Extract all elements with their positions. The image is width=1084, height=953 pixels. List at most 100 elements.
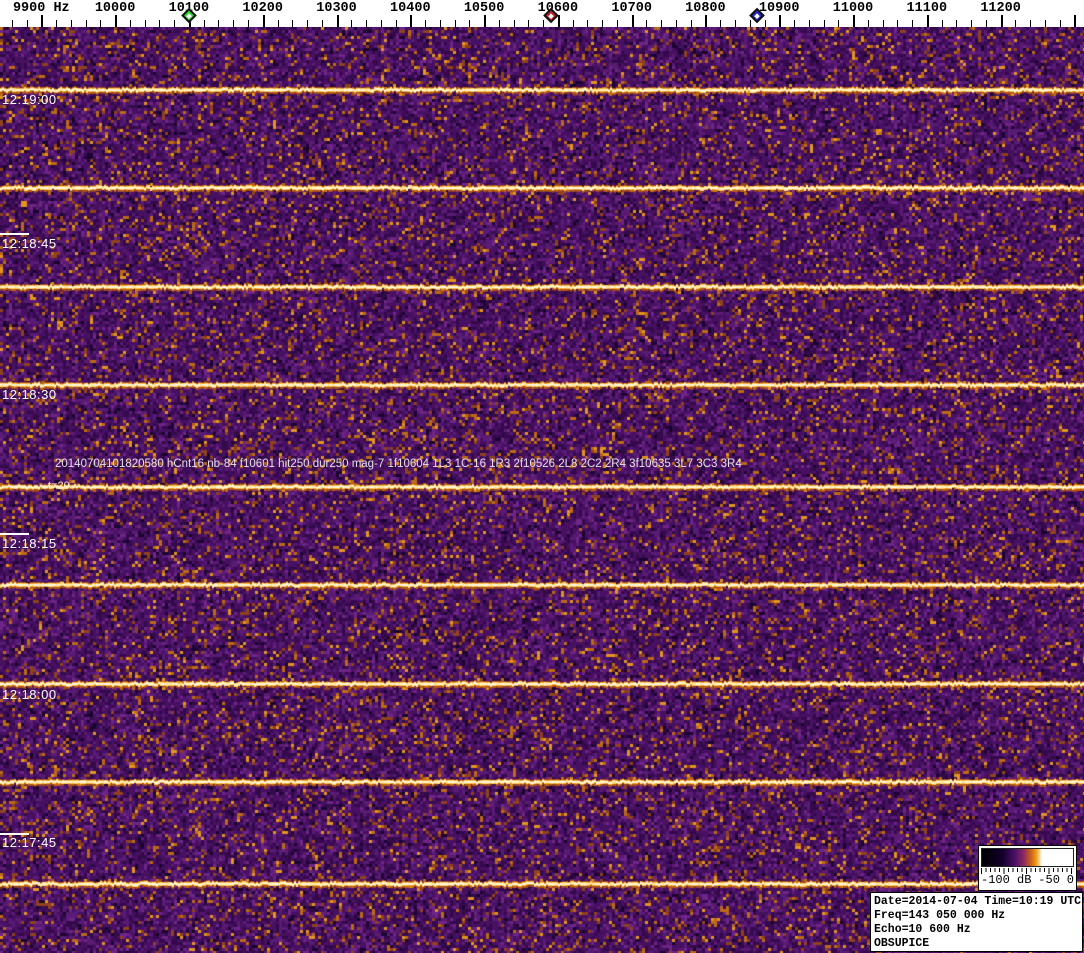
ruler-minor-tick	[1044, 20, 1046, 27]
ruler-major-tick	[926, 15, 929, 27]
marker-blue-center-dot	[754, 12, 760, 19]
marker-red-center-dot	[547, 12, 554, 19]
freq-label: 10700	[611, 1, 652, 16]
ruler-minor-tick	[425, 20, 426, 27]
ruler-minor-tick	[1030, 20, 1032, 27]
ruler-minor-tick	[971, 20, 973, 27]
ruler-minor-tick	[85, 20, 87, 27]
event-time-tag: t=20	[48, 480, 70, 492]
ruler-minor-tick	[203, 20, 205, 27]
ruler-minor-tick	[366, 20, 367, 27]
ruler-minor-tick	[100, 20, 102, 27]
ruler-major-tick	[1074, 15, 1077, 27]
time-axis-tick	[0, 833, 29, 835]
ruler-minor-tick	[543, 20, 545, 27]
time-axis-label: 12:18:45	[2, 236, 57, 251]
freq-label: 10200	[242, 1, 283, 16]
observation-info-box: Date=2014-07-04 Time=10:19 UTC Freq=143 0…	[870, 892, 1083, 952]
freq-label: 10900	[758, 1, 800, 16]
ruler-major-tick	[779, 15, 782, 27]
ruler-minor-tick	[469, 20, 471, 27]
marker-green-center-dot	[186, 12, 192, 19]
colorbar-label-mid: -50	[1038, 873, 1060, 887]
ruler-minor-tick	[956, 20, 958, 27]
ruler-minor-tick	[735, 20, 736, 27]
ruler-minor-tick	[351, 20, 353, 27]
ruler-minor-tick	[587, 20, 589, 27]
ruler-minor-tick	[380, 20, 382, 27]
ruler-major-tick	[705, 15, 708, 27]
ruler-minor-tick	[1059, 20, 1061, 27]
ruler-minor-tick	[941, 20, 943, 27]
ruler-major-tick	[262, 15, 265, 27]
ruler-minor-tick	[1015, 20, 1017, 27]
time-axis-label: 12:18:30	[2, 387, 57, 402]
ruler-minor-tick	[292, 20, 294, 27]
ruler-major-tick	[631, 15, 634, 27]
ruler-major-tick	[115, 15, 118, 27]
meteor-event-annotation: 20140704101820580 hCnt16 nb-84 f10601 hi…	[55, 458, 742, 470]
time-axis-label: 12:17:45	[2, 835, 57, 850]
ruler-minor-tick	[129, 20, 131, 27]
freq-label: 10400	[390, 1, 431, 16]
frequency-ruler: 9900 Hz100001010010200103001040010500106…	[0, 0, 1084, 27]
colorbar-gradient	[981, 848, 1074, 867]
info-line: Echo=10 600 Hz	[874, 923, 971, 936]
ruler-minor-tick	[720, 20, 722, 27]
ruler-minor-tick	[218, 20, 220, 27]
ruler-minor-tick	[439, 20, 441, 27]
ruler-minor-tick	[174, 20, 176, 27]
time-axis-tick	[0, 533, 29, 535]
ruler-major-tick	[484, 15, 487, 27]
time-axis-tick	[0, 233, 29, 235]
ruler-major-tick	[336, 15, 339, 27]
freq-label: 11000	[832, 1, 874, 16]
ruler-major-tick	[853, 15, 855, 27]
ruler-major-tick	[41, 15, 44, 27]
freq-label: 10800	[685, 1, 726, 16]
ruler-major-tick	[1000, 15, 1003, 27]
ruler-minor-tick	[823, 20, 825, 27]
ruler-minor-tick	[985, 20, 987, 27]
intensity-colorbar: -100 dB -50 0	[978, 845, 1077, 891]
ruler-minor-tick	[794, 20, 795, 27]
ruler-minor-tick	[897, 20, 899, 27]
ruler-minor-tick	[572, 20, 574, 27]
ruler-minor-tick	[646, 20, 648, 27]
time-axis-label: 12:18:00	[2, 687, 57, 702]
ruler-minor-tick	[690, 20, 692, 27]
ruler-minor-tick	[838, 20, 840, 27]
ruler-major-tick	[557, 15, 560, 27]
ruler-minor-tick	[56, 20, 58, 27]
ruler-minor-tick	[321, 20, 323, 27]
info-line: Freq=143 050 000 Hz	[874, 909, 1006, 922]
ruler-minor-tick	[882, 20, 884, 27]
ruler-minor-tick	[395, 20, 397, 27]
ruler-minor-tick	[307, 20, 308, 27]
ruler-minor-tick	[616, 20, 618, 27]
ruler-minor-tick	[912, 20, 914, 27]
ruler-major-tick	[410, 15, 413, 27]
spectrogram-app: 9900 Hz100001010010200103001040010500106…	[0, 0, 1084, 953]
freq-label: 10500	[463, 1, 505, 16]
ruler-minor-tick	[764, 20, 766, 27]
ruler-minor-tick	[602, 20, 604, 27]
ruler-minor-tick	[498, 20, 500, 27]
freq-label: 11100	[906, 1, 948, 16]
freq-label: 9900 Hz	[12, 1, 70, 16]
freq-label: 10300	[316, 1, 357, 16]
ruler-minor-tick	[513, 20, 515, 27]
ruler-minor-tick	[159, 20, 161, 27]
time-axis-label: 12:19:00	[2, 92, 57, 107]
ruler-minor-tick	[867, 20, 869, 27]
ruler-minor-tick	[749, 20, 751, 27]
ruler-minor-tick	[70, 20, 72, 27]
freq-label: 11200	[980, 1, 1021, 16]
freq-label: 10000	[94, 1, 136, 16]
ruler-minor-tick	[454, 20, 456, 27]
info-line: Date=2014-07-04 Time=10:19 UTC	[874, 895, 1082, 908]
waterfall-canvas	[0, 27, 1084, 953]
time-axis-label: 12:18:15	[2, 536, 57, 551]
ruler-minor-tick	[11, 20, 13, 27]
ruler-minor-tick	[661, 20, 663, 27]
